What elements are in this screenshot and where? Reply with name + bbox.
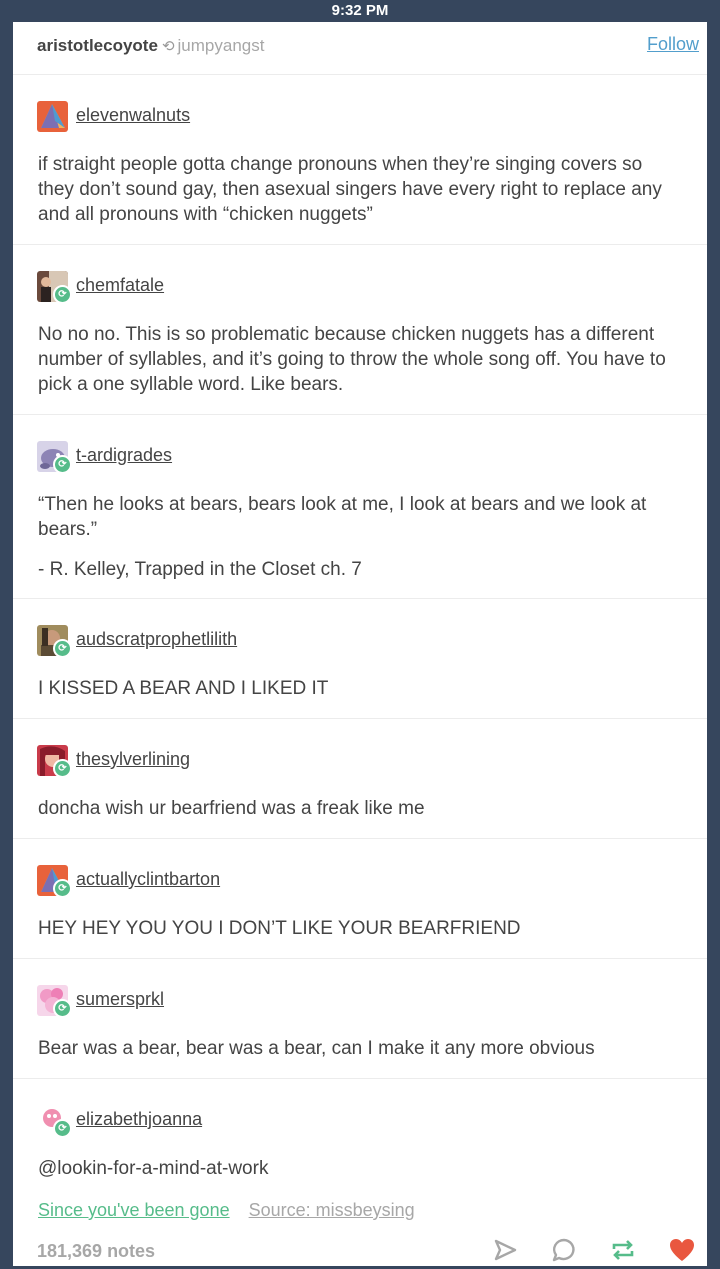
reblog-icon: ⟲ bbox=[161, 38, 175, 55]
trail-text: Bear was a bear, bear was a bear, can I … bbox=[38, 1038, 595, 1059]
reblogged-from-name[interactable]: jumpyangst bbox=[178, 36, 265, 55]
trail-username[interactable]: elevenwalnuts bbox=[76, 105, 190, 126]
source-link[interactable]: Source: missbeysing bbox=[249, 1200, 415, 1220]
status-bar: 9:32 PM bbox=[0, 0, 720, 22]
trail-item: ⟳ elizabethjoanna @lookin-for-a-mind-at-… bbox=[13, 1079, 707, 1199]
trail-text: @lookin-for-a-mind-at-work bbox=[38, 1158, 269, 1179]
tumblr-post: aristotlecoyote ⟲ jumpyangst Follow eleven… bbox=[13, 22, 707, 1266]
trail-item: ⟳ t-ardigrades “Then he looks at bears, … bbox=[13, 415, 707, 599]
status-time: 9:32 PM bbox=[331, 2, 389, 19]
trail-item: ⟳ chemfatale No no no. This is so proble… bbox=[13, 245, 707, 415]
reblog-badge-icon: ⟳ bbox=[53, 1119, 72, 1138]
trail-text: No no no. This is so problematic because… bbox=[38, 324, 666, 395]
avatar[interactable] bbox=[37, 101, 68, 132]
reblog-badge-icon: ⟳ bbox=[53, 285, 72, 304]
post-source-links: Since you've been gone Source: missbeysi… bbox=[38, 1200, 415, 1221]
reblog-badge-icon: ⟳ bbox=[53, 455, 72, 474]
trail-item: ⟳ sumersprkl Bear was a bear, bear was a… bbox=[13, 959, 707, 1079]
trail-text: I KISSED A BEAR AND I LIKED IT bbox=[38, 678, 329, 699]
trail-item: ⟳ actuallyclintbarton HEY HEY YOU YOU I … bbox=[13, 839, 707, 959]
reblog-action-icon[interactable] bbox=[609, 1236, 637, 1264]
share-icon[interactable] bbox=[491, 1236, 519, 1264]
reply-icon[interactable] bbox=[550, 1236, 578, 1264]
trail-item: ⟳ thesylverlining doncha wish ur bearfri… bbox=[13, 719, 707, 839]
post-author-line: aristotlecoyote ⟲ jumpyangst bbox=[37, 36, 264, 56]
song-link[interactable]: Since you've been gone bbox=[38, 1200, 230, 1220]
post-author-name[interactable]: aristotlecoyote bbox=[37, 36, 158, 55]
trail-username[interactable]: actuallyclintbarton bbox=[76, 869, 220, 890]
reblog-badge-icon: ⟳ bbox=[53, 759, 72, 778]
trail-text: if straight people gotta change pronouns… bbox=[38, 154, 662, 225]
trail-username[interactable]: elizabethjoanna bbox=[76, 1109, 202, 1130]
trail-item: elevenwalnuts if straight people gotta c… bbox=[13, 75, 707, 245]
post-header: aristotlecoyote ⟲ jumpyangst Follow bbox=[13, 22, 707, 75]
trail-text: HEY HEY YOU YOU I DON’T LIKE YOUR BEARFR… bbox=[38, 918, 521, 939]
notes-count[interactable]: 181,369 notes bbox=[37, 1241, 155, 1262]
trail-text: - R. Kelley, Trapped in the Closet ch. 7 bbox=[38, 559, 362, 580]
reblog-badge-icon: ⟳ bbox=[53, 879, 72, 898]
trail-username[interactable]: chemfatale bbox=[76, 275, 164, 296]
post-footer: 181,369 notes bbox=[13, 1232, 707, 1266]
trail-username[interactable]: t-ardigrades bbox=[76, 445, 172, 466]
heart-icon[interactable] bbox=[668, 1236, 696, 1264]
trail-username[interactable]: thesylverlining bbox=[76, 749, 190, 770]
trail-username[interactable]: sumersprkl bbox=[76, 989, 164, 1010]
reblog-badge-icon: ⟳ bbox=[53, 999, 72, 1018]
trail-text: doncha wish ur bearfriend was a freak li… bbox=[38, 798, 425, 819]
trail-username[interactable]: audscratprophetlilith bbox=[76, 629, 237, 650]
follow-button[interactable]: Follow bbox=[647, 34, 699, 55]
reblog-badge-icon: ⟳ bbox=[53, 639, 72, 658]
trail-text: “Then he looks at bears, bears look at m… bbox=[38, 494, 647, 540]
trail-item: ⟳ audscratprophetlilith I KISSED A BEAR … bbox=[13, 599, 707, 719]
